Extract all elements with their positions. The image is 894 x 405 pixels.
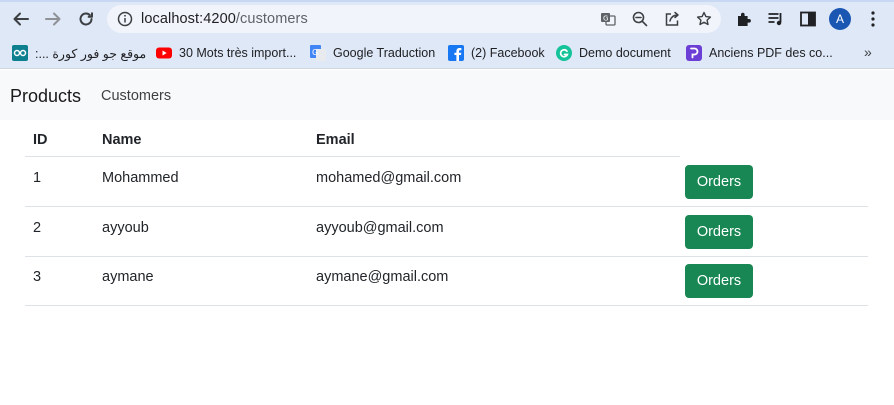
share-icon[interactable]: [664, 11, 680, 27]
bookmarks-bar: موقع جو فور كورة ...: 30 Mots très impor…: [0, 38, 894, 69]
media-queue-icon[interactable]: [767, 10, 785, 28]
cell-email: mohamed@gmail.com: [316, 170, 462, 186]
address-bar[interactable]: localhost:4200/customers G: [107, 5, 721, 33]
grammarly-icon: [556, 45, 572, 61]
facebook-icon: [448, 45, 464, 61]
more-menu-icon[interactable]: [870, 10, 876, 28]
site-info-icon[interactable]: [117, 11, 133, 27]
cell-id: 3: [33, 269, 42, 285]
url-path: /customers: [235, 11, 308, 27]
bookmark-label: Google Traduction: [333, 46, 436, 60]
reload-icon: [79, 12, 93, 26]
profile-avatar[interactable]: A: [829, 8, 851, 30]
bookmark-item[interactable]: 30 Mots très import...: [156, 44, 296, 62]
table-row: 1 Mohammed mohamed@gmail.com Orders: [25, 157, 868, 207]
bookmark-item[interactable]: Demo document: [556, 44, 671, 62]
bookmark-label: 30 Mots très import...: [179, 46, 297, 60]
pdf-icon: [686, 45, 702, 61]
bookmark-item[interactable]: G Google Traduction: [310, 44, 435, 62]
google-translate-icon: G: [310, 45, 326, 61]
cell-id: 1: [33, 170, 42, 186]
cell-name: Mohammed: [102, 170, 179, 186]
translate-page-icon[interactable]: G: [600, 11, 616, 27]
navbar-brand-products[interactable]: Products: [10, 86, 81, 107]
nav-link-customers[interactable]: Customers: [101, 88, 171, 104]
table-row: 3 aymane aymane@gmail.com Orders: [25, 256, 868, 306]
orders-button[interactable]: Orders: [685, 264, 753, 298]
table-row: 2 ayyoub ayyoub@gmail.com Orders: [25, 207, 868, 257]
zoom-out-icon[interactable]: [632, 11, 648, 27]
goo-icon: [12, 45, 28, 61]
orders-button[interactable]: Orders: [685, 215, 753, 249]
column-header-name: Name: [102, 132, 142, 148]
bookmark-label: Anciens PDF des co...: [709, 46, 833, 60]
cell-name: ayyoub: [102, 220, 149, 236]
browser-toolbar: localhost:4200/customers G A: [0, 0, 894, 38]
youtube-icon: [156, 45, 172, 61]
reload-button[interactable]: [74, 8, 98, 30]
row-divider: [25, 305, 868, 306]
bookmark-item[interactable]: موقع جو فور كورة ...:: [12, 44, 146, 62]
bookmark-item[interactable]: Anciens PDF des co...: [686, 44, 833, 62]
back-button[interactable]: [9, 8, 33, 30]
cell-email: ayyoub@gmail.com: [316, 220, 444, 236]
url-host: localhost:4200: [141, 11, 236, 27]
forward-arrow-icon: [45, 12, 61, 26]
cell-name: aymane: [102, 269, 154, 285]
orders-button[interactable]: Orders: [685, 165, 753, 199]
app-navbar: Products Customers: [0, 70, 894, 120]
column-header-id: ID: [33, 132, 48, 148]
more-bookmarks-chevron-icon[interactable]: »: [864, 44, 872, 60]
toolbar-accent-line: [0, 0, 894, 2]
side-panel-icon[interactable]: [799, 10, 817, 28]
bookmark-item[interactable]: (2) Facebook: [448, 44, 545, 62]
svg-text:G: G: [603, 15, 608, 23]
bookmark-label: موقع جو فور كورة ...:: [35, 46, 147, 61]
column-header-email: Email: [316, 132, 355, 148]
bookmark-label: (2) Facebook: [471, 46, 545, 60]
bookmark-label: Demo document: [579, 46, 671, 60]
forward-button[interactable]: [41, 8, 65, 30]
svg-text:G: G: [312, 48, 318, 57]
extensions-puzzle-icon[interactable]: [735, 10, 753, 28]
url-text[interactable]: localhost:4200/customers: [141, 11, 308, 27]
cell-id: 2: [33, 220, 42, 236]
cell-email: aymane@gmail.com: [316, 269, 449, 285]
back-arrow-icon: [13, 12, 29, 26]
bookmark-star-icon[interactable]: [696, 11, 712, 27]
